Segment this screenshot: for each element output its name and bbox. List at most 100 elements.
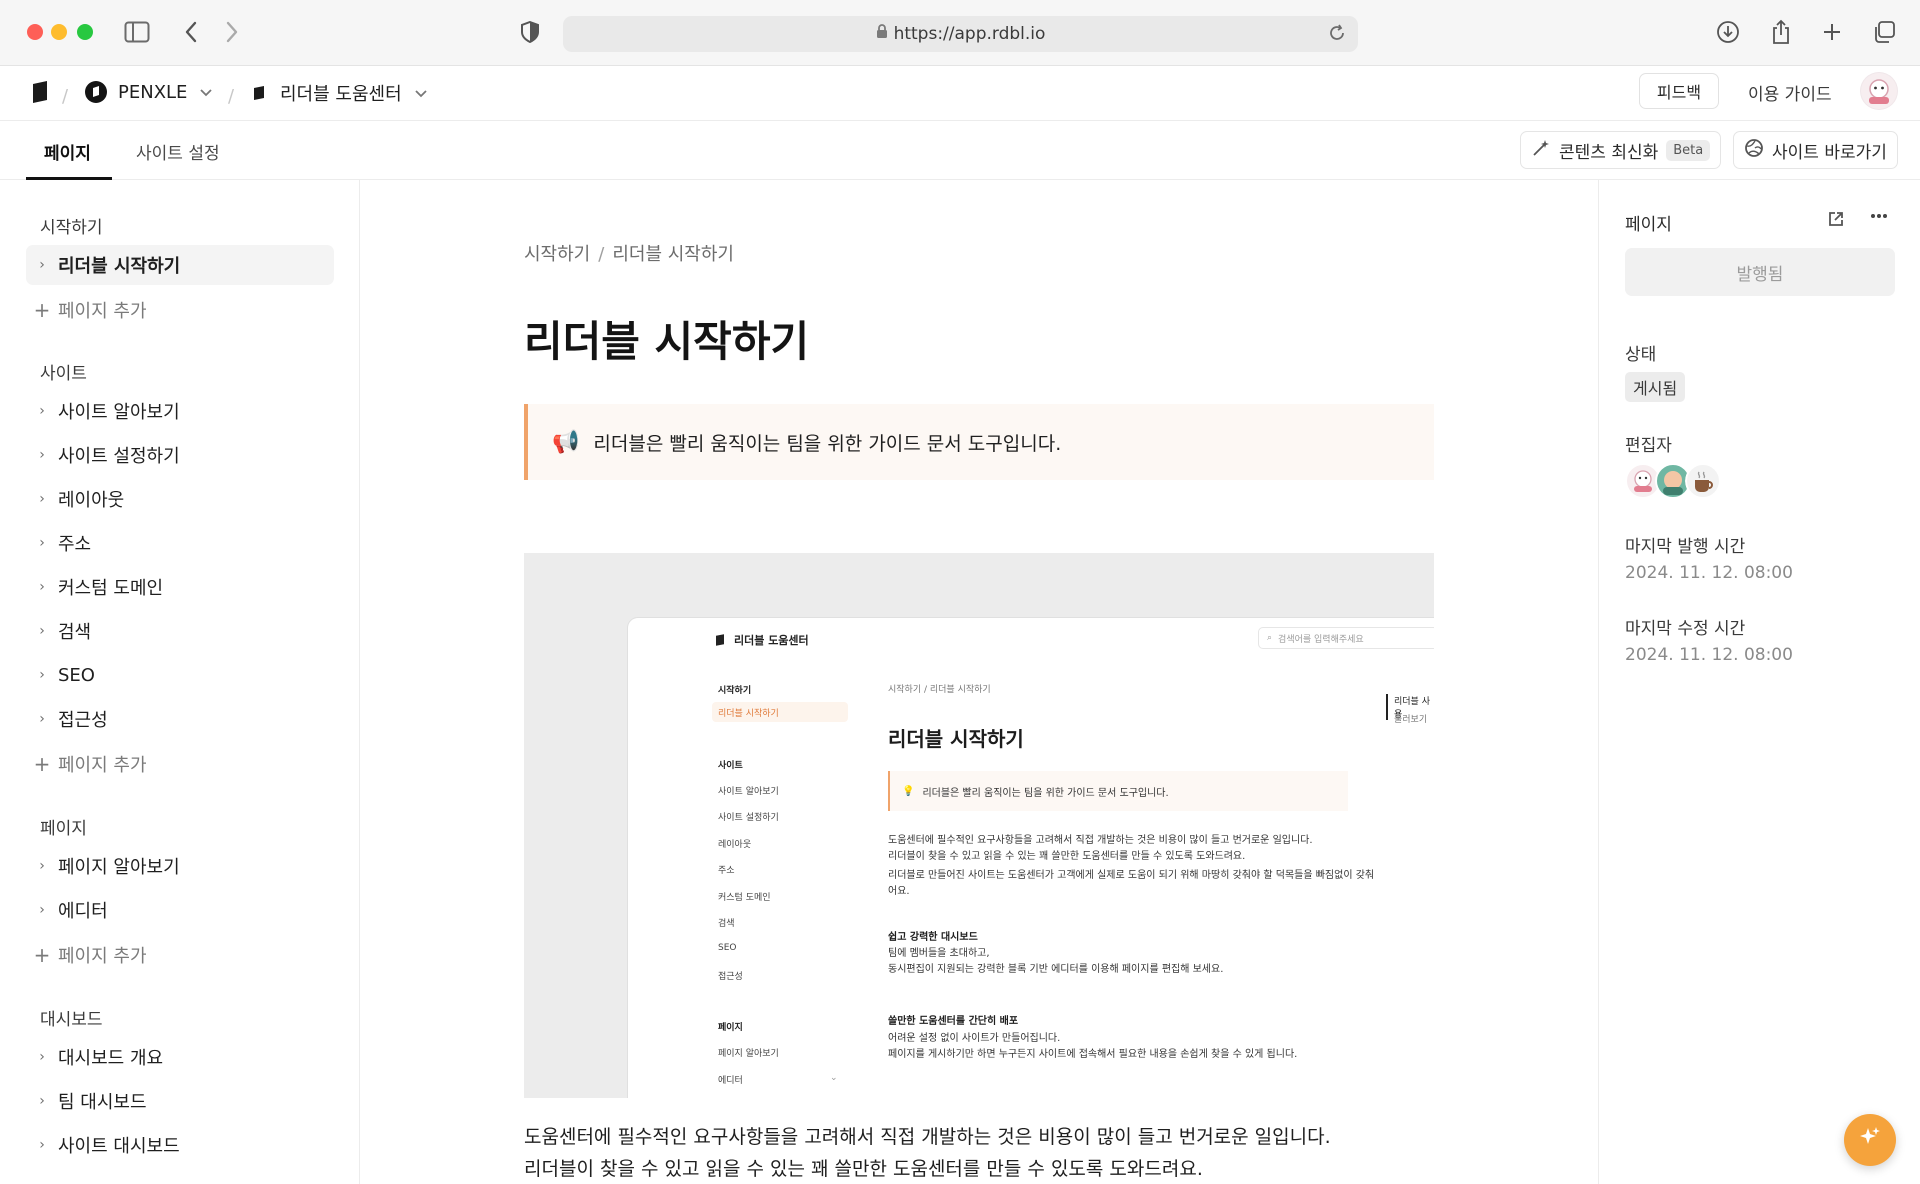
screenshot-search-placeholder: 검색어를 입력해주세요 — [1278, 634, 1364, 645]
chevron-right-icon[interactable] — [218, 18, 246, 46]
chevron-right-icon[interactable]: › — [26, 447, 58, 463]
tab-pages[interactable]: 페이지 — [44, 139, 91, 164]
visit-site-button[interactable]: 사이트 바로가기 — [1733, 131, 1898, 169]
sidebar-item[interactable]: › SEO — [26, 655, 334, 695]
plus-icon[interactable] — [1818, 18, 1846, 46]
sidebar-item[interactable]: › 커스텀 도메인 — [26, 567, 334, 607]
chevron-right-icon[interactable]: › — [26, 491, 58, 507]
screenshot-callout: 💡 리더블은 빨리 움직이는 팀을 위한 가이드 문서 도구입니다. — [888, 771, 1348, 811]
chevron-right-icon[interactable]: › — [26, 257, 58, 273]
chevron-left-icon[interactable] — [177, 18, 205, 46]
sidebar-item[interactable]: › 사이트 대시보드 — [26, 1125, 334, 1165]
tab-site-settings[interactable]: 사이트 설정 — [136, 139, 220, 164]
app-header: / PENXLE / 리더블 도움센터 피드백 이용 가이드 — [0, 66, 1920, 121]
sidebar-item[interactable]: › 사이트 설정하기 — [26, 435, 334, 475]
screenshot-nav-item: 사이트 — [718, 761, 743, 771]
sidebar-item[interactable]: › 대시보드 개요 — [26, 1037, 334, 1077]
share-icon[interactable] — [1767, 18, 1795, 46]
last-published-label: 마지막 발행 시간 — [1625, 537, 1746, 557]
sidebar-item-label: 커스텀 도메인 — [58, 578, 164, 599]
editors-label: 편집자 — [1625, 436, 1672, 456]
status-label: 상태 — [1625, 345, 1657, 365]
status-badge[interactable]: 게시됨 — [1625, 372, 1686, 402]
screenshot-nav-item: 검색 — [718, 919, 735, 929]
callout-block[interactable]: 📢 리더블은 빨리 움직이는 팀을 위한 가이드 문서 도구입니다. — [524, 404, 1434, 480]
guide-link[interactable]: 이용 가이드 — [1748, 80, 1832, 105]
screenshot-nav-item: 페이지 — [718, 1023, 743, 1033]
add-page-button[interactable]: + 페이지 추가 — [26, 935, 147, 975]
breadcrumb: 시작하기 / 리더블 시작하기 — [524, 240, 734, 266]
editor-avatar[interactable] — [1685, 463, 1721, 499]
body-paragraph[interactable]: 리더블이 찾을 수 있고 읽을 수 있는 꽤 쓸만한 도움센터를 만들 수 있도… — [524, 1154, 1203, 1181]
sidebar-item[interactable]: › 주소 — [26, 523, 334, 563]
lightbulb-icon: 💡 — [902, 785, 915, 797]
reload-icon[interactable] — [1328, 24, 1346, 47]
sidebar-item[interactable]: › 레이아웃 — [26, 479, 334, 519]
screenshot-nav-item: 사이트 설정하기 — [718, 813, 779, 823]
lock-icon — [876, 24, 888, 44]
site-switcher[interactable]: 리더블 도움센터 — [252, 80, 428, 106]
breadcrumb-item[interactable]: 시작하기 — [524, 244, 590, 265]
ai-assistant-button[interactable] — [1844, 1114, 1896, 1166]
sidebar-item[interactable]: › 페이지 알아보기 — [26, 846, 334, 886]
site-name: 리더블 도움센터 — [280, 84, 402, 105]
sidebar-item[interactable]: › 사이트 알아보기 — [26, 391, 334, 431]
plus-icon: + — [33, 752, 51, 776]
user-avatar[interactable] — [1860, 72, 1898, 110]
sidebar-item-label: 팀 대시보드 — [58, 1092, 147, 1113]
chevron-down-icon: ⌄ — [830, 1073, 838, 1083]
screenshot-heading: 쉽고 강력한 대시보드 — [888, 932, 978, 943]
screenshot-brand: 리더블 도움센터 — [716, 632, 809, 648]
screenshot-nav-item: 커스텀 도메인 — [718, 893, 771, 903]
download-icon[interactable] — [1714, 18, 1742, 46]
breadcrumb-item[interactable]: 리더블 시작하기 — [612, 244, 734, 265]
breadcrumb-separator: / — [62, 86, 69, 107]
chevron-right-icon[interactable]: › — [26, 1093, 58, 1109]
workspace-switcher[interactable]: PENXLE — [84, 80, 213, 104]
screenshot-brand-name: 리더블 도움센터 — [734, 634, 809, 647]
screenshot-toc-item: 둘러보기 — [1394, 715, 1428, 725]
chevron-right-icon[interactable]: › — [26, 667, 58, 683]
external-link-icon[interactable] — [1827, 210, 1845, 233]
screenshot-image[interactable]: 리더블 도움센터 ⌕ 검색어를 입력해주세요 시작하기 리더블 시작하기 사이트 … — [524, 553, 1434, 1098]
publish-button[interactable]: 발행됨 — [1625, 248, 1895, 296]
chevron-right-icon[interactable]: › — [26, 403, 58, 419]
chevron-right-icon[interactable]: › — [26, 858, 58, 874]
body-paragraph[interactable]: 도움센터에 필수적인 요구사항들을 고려해서 직접 개발하는 것은 비용이 많이… — [524, 1122, 1331, 1149]
shield-icon[interactable] — [516, 18, 544, 46]
search-icon: ⌕ — [1267, 633, 1273, 643]
maximize-window-button[interactable] — [77, 24, 93, 40]
page-title[interactable]: 리더블 시작하기 — [524, 308, 809, 369]
last-published-value: 2024. 11. 12. 08:00 — [1625, 563, 1793, 583]
sidebar-item[interactable]: › 접근성 — [26, 699, 334, 739]
chevron-right-icon[interactable]: › — [26, 1049, 58, 1065]
add-page-button[interactable]: + 페이지 추가 — [26, 290, 147, 330]
site-logo-icon — [716, 634, 724, 646]
sidebar-item[interactable]: › 검색 — [26, 611, 334, 651]
refresh-content-button[interactable]: 콘텐츠 최신화 Beta — [1520, 131, 1722, 169]
chevron-right-icon[interactable]: › — [26, 623, 58, 639]
chevron-right-icon[interactable]: › — [26, 579, 58, 595]
last-modified-label: 마지막 수정 시간 — [1625, 619, 1746, 639]
minimize-window-button[interactable] — [51, 24, 67, 40]
chevron-right-icon[interactable]: › — [26, 535, 58, 551]
tabs-icon[interactable] — [1870, 18, 1898, 46]
screenshot-nav-item: 접근성 — [718, 972, 743, 982]
sidebar-item-label: 페이지 알아보기 — [58, 857, 180, 878]
chevron-right-icon[interactable]: › — [26, 711, 58, 727]
address-bar[interactable]: https://app.rdbl.io — [563, 16, 1358, 52]
more-options-icon[interactable] — [1869, 206, 1889, 231]
sidebar-item[interactable]: › 팀 대시보드 — [26, 1081, 334, 1121]
feedback-button[interactable]: 피드백 — [1639, 73, 1719, 109]
add-page-button[interactable]: + 페이지 추가 — [26, 744, 147, 784]
sidebar-icon[interactable] — [123, 18, 151, 46]
chevron-right-icon[interactable]: › — [26, 1137, 58, 1153]
close-window-button[interactable] — [27, 24, 43, 40]
readable-logo[interactable] — [30, 80, 50, 104]
sidebar-item[interactable]: › 에디터 — [26, 890, 334, 930]
screenshot-nav-item: 리더블 시작하기 — [718, 709, 779, 719]
sidebar-item[interactable]: › 리더블 시작하기 — [26, 245, 334, 285]
sparkle-icon — [1858, 1125, 1882, 1155]
breadcrumb-separator: / — [598, 244, 605, 265]
chevron-right-icon[interactable]: › — [26, 902, 58, 918]
